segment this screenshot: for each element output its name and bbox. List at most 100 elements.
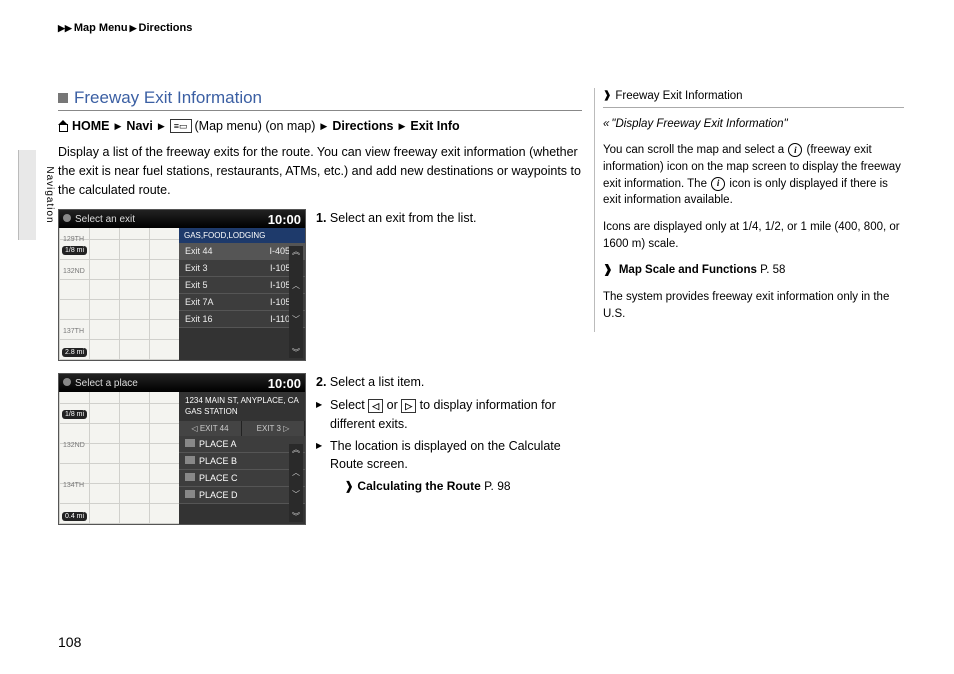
aside-p1: You can scroll the map and select a i (f… <box>603 142 904 209</box>
scroll-bottom-icon: ︾ <box>292 511 300 522</box>
list-item: PLACE C <box>179 470 305 487</box>
poi-icon <box>185 456 195 464</box>
shot-clock: 10:00 <box>268 212 301 227</box>
screenshot-exit-list: Select an exit 10:00 129TH 132ND 137TH 1… <box>58 209 306 361</box>
ref-arrow-icon: ❱ <box>603 264 613 276</box>
aside-heading: ❱ Freeway Exit Information <box>603 88 904 108</box>
list-item: Exit 5I-105 E <box>179 277 305 294</box>
breadcrumb-item-a: Map Menu <box>74 22 128 34</box>
list-header: GAS,FOOD,LODGING <box>179 228 305 243</box>
next-button-icon: ▷ <box>401 399 416 413</box>
exit-cur: EXIT 3 ▷ <box>242 421 305 436</box>
map-street: 134TH <box>63 482 84 489</box>
nav-directions: Directions <box>332 119 393 133</box>
back-dot-icon <box>63 214 71 222</box>
map-scale-badge: 1/8 mi <box>62 410 87 419</box>
info-icon: i <box>711 177 725 191</box>
step-1-instr: 1. Select an exit from the list. <box>316 209 582 361</box>
back-dot-icon <box>63 378 71 386</box>
nav-sep-icon: ▶ <box>320 121 327 132</box>
side-tab-navigation: Navigation <box>18 150 36 240</box>
breadcrumb-sep: ▶ <box>130 23 137 34</box>
exit-prev: ◁ EXIT 44 <box>179 421 242 436</box>
poi-icon <box>185 473 195 481</box>
nav-mapmenu: (Map menu) (on map) <box>195 119 316 133</box>
list-item: Exit 7AI-105 E <box>179 294 305 311</box>
scroll-up-icon: ︿ <box>292 467 300 478</box>
section-title: Freeway Exit Information <box>74 88 262 108</box>
nav-path: HOME ▶ Navi ▶ ≡▭ (Map menu) (on map) ▶ D… <box>58 119 582 133</box>
aside-p2: Icons are displayed only at 1/4, 1/2, or… <box>603 219 904 252</box>
poi-icon <box>185 490 195 498</box>
scroll-up-icon: ︿ <box>292 280 300 291</box>
nav-home: HOME <box>72 119 110 133</box>
ref-label: Calculating the Route <box>357 479 480 493</box>
shot-topbar: Select an exit 10:00 <box>59 210 305 228</box>
map-street: 132ND <box>63 442 85 449</box>
aside-column: ❱ Freeway Exit Information "Display Free… <box>594 88 904 332</box>
step-2-instr: 2. Select a list item. Select ◁ or ▷ to … <box>316 373 582 525</box>
exit-nav: ◁ EXIT 44 EXIT 3 ▷ <box>179 421 305 436</box>
shot-title: Select a place <box>75 378 138 389</box>
cross-reference: ❱ Calculating the Route P. 98 <box>316 477 582 495</box>
shot-map-bg: 129TH 132ND 137TH 1/8 mi 2.8 mi <box>59 228 179 360</box>
shot-map-bg: 132ND 134TH 1/8 mi 0.4 mi <box>59 392 179 524</box>
shot-list-panel: GAS,FOOD,LODGING Exit 44I-405 N Exit 3I-… <box>179 228 305 360</box>
info-icon: i <box>788 143 802 157</box>
nav-navi: Navi <box>126 119 152 133</box>
nav-exitinfo: Exit Info <box>410 119 459 133</box>
list-item: PLACE B <box>179 453 305 470</box>
cross-reference: ❱ Map Scale and Functions P. 58 <box>603 262 904 279</box>
aside-arrow-icon: ❱ <box>603 89 611 104</box>
nav-sep-icon: ▶ <box>158 121 165 132</box>
nav-sep-icon: ▶ <box>398 121 405 132</box>
list-item: Exit 3I-105 E <box>179 260 305 277</box>
ref-page: P. 98 <box>484 479 510 493</box>
home-icon <box>58 121 69 132</box>
intro-text: Display a list of the freeway exits for … <box>58 143 582 199</box>
nav-sep-icon: ▶ <box>115 121 122 132</box>
step-1-row: Select an exit 10:00 129TH 132ND 137TH 1… <box>58 209 582 361</box>
step-2-row: Select a place 10:00 132ND 134TH 1/8 mi … <box>58 373 582 525</box>
step-text: Select a list item. <box>330 375 424 389</box>
map-street: 129TH <box>63 236 84 243</box>
breadcrumb: ▶▶ Map Menu ▶ Directions <box>58 22 192 34</box>
section-heading: Freeway Exit Information <box>58 88 582 111</box>
aside-title: Freeway Exit Information <box>615 88 742 105</box>
step-bullet: The location is displayed on the Calcula… <box>316 437 582 475</box>
map-distance-badge: 0.4 mi <box>62 512 87 521</box>
shot-list-panel: 1234 MAIN ST, ANYPLACE, CA GAS STATION ◁… <box>179 392 305 524</box>
breadcrumb-item-b: Directions <box>139 22 193 34</box>
list-item: PLACE A <box>179 436 305 453</box>
aside-p3: The system provides freeway exit informa… <box>603 289 904 322</box>
ref-page: P. 58 <box>760 264 785 276</box>
scroll-top-icon: ︽ <box>292 246 300 257</box>
main-column: Freeway Exit Information HOME ▶ Navi ▶ ≡… <box>58 88 582 537</box>
scroll-top-icon: ︽ <box>292 444 300 455</box>
map-menu-icon: ≡▭ <box>170 119 192 133</box>
shot-topbar: Select a place 10:00 <box>59 374 305 392</box>
list-item: Exit 16I-110 N <box>179 311 305 328</box>
place-address: 1234 MAIN ST, ANYPLACE, CA GAS STATION <box>179 392 305 421</box>
scroll-arrows: ︽ ︿ ﹀ ︾ <box>289 444 303 522</box>
ref-arrow-icon: ❱ <box>344 479 354 493</box>
step-number: 1. <box>316 211 326 225</box>
list-item: PLACE D <box>179 487 305 504</box>
step-text: Select an exit from the list. <box>330 211 477 225</box>
square-bullet-icon <box>58 93 68 103</box>
map-street: 137TH <box>63 328 84 335</box>
place-list: PLACE A PLACE B PLACE C PLACE D <box>179 436 305 504</box>
list-item: Exit 44I-405 N <box>179 243 305 260</box>
page-number: 108 <box>58 634 81 650</box>
scroll-bottom-icon: ︾ <box>292 347 300 358</box>
prev-button-icon: ◁ <box>368 399 383 413</box>
map-scale-badge: 1/8 mi <box>62 246 87 255</box>
side-tab-label: Navigation <box>44 166 55 223</box>
shot-title: Select an exit <box>75 214 135 225</box>
step-number: 2. <box>316 375 326 389</box>
map-street: 132ND <box>63 268 85 275</box>
map-distance-badge: 2.8 mi <box>62 348 87 357</box>
scroll-down-icon: ﹀ <box>292 489 300 500</box>
poi-icon <box>185 439 195 447</box>
voice-command: "Display Freeway Exit Information" <box>603 116 904 133</box>
